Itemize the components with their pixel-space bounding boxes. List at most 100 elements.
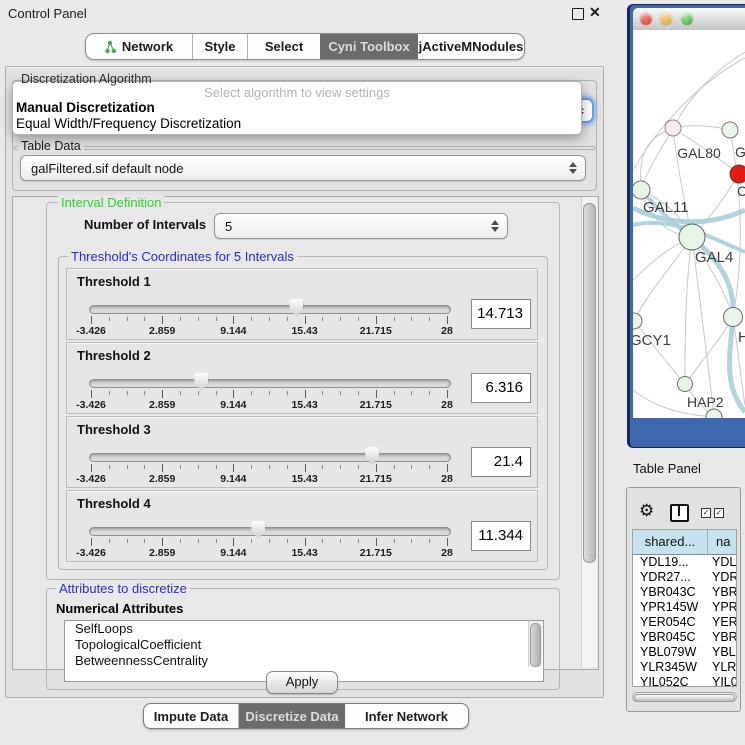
attributes-scrollbar-thumb[interactable] xyxy=(530,623,541,667)
slider-thumb[interactable] xyxy=(194,373,208,391)
node-gal80[interactable] xyxy=(665,120,681,136)
tab-jactivemnodules[interactable]: jActiveMNodules xyxy=(418,34,524,59)
tab-network[interactable]: Network xyxy=(86,34,193,59)
tab-impute-data[interactable]: Impute Data xyxy=(144,704,239,728)
label-gal11: GAL11 xyxy=(643,199,689,216)
float-window-icon[interactable] xyxy=(572,8,584,20)
zoom-traffic-light-icon[interactable] xyxy=(681,13,693,25)
panel-title: Control Panel xyxy=(8,6,87,21)
label-hap2: HAP2 xyxy=(687,394,724,410)
node-top-right[interactable] xyxy=(722,122,738,138)
numerical-attributes-label: Numerical Attributes xyxy=(56,601,183,616)
table-row[interactable]: YBR045CYBR0 xyxy=(633,630,736,645)
tab-infer-network[interactable]: Infer Network xyxy=(345,704,468,728)
table-row[interactable]: YER054CYER0 xyxy=(633,615,736,630)
table-horizontal-scrollbar-thumb[interactable] xyxy=(634,694,735,702)
attributes-section-label: Attributes to discretize xyxy=(56,581,190,596)
table-data-value: galFiltered.sif default node xyxy=(21,161,569,176)
slider-ticks xyxy=(91,316,447,325)
combo-arrows-icon xyxy=(491,220,499,232)
node-attribute-table: shared... na YDL19...YDL1YDR27...YDR2YBR… xyxy=(632,529,737,687)
threshold-value-field[interactable]: 21.4 xyxy=(471,447,531,477)
table-data-label: Table Data xyxy=(18,139,84,153)
vertical-scrollbar-thumb[interactable] xyxy=(583,203,596,563)
top-tabbar: Network Style Select Cyni Toolbox jActiv… xyxy=(85,33,525,60)
attribute-list-item[interactable]: BetweennessCentrality xyxy=(65,653,543,669)
threshold-label: Threshold 4 xyxy=(77,496,151,511)
node-hap2[interactable] xyxy=(678,377,693,392)
slider-track[interactable] xyxy=(89,527,451,536)
attribute-list-item[interactable]: SelfLoops xyxy=(65,621,543,637)
table-body: YDL19...YDL1YDR27...YDR2YBR043CYBR0YPR14… xyxy=(633,555,736,687)
table-row[interactable]: YLR345WYLR3 xyxy=(633,660,736,675)
combo-arrows-icon xyxy=(569,162,577,174)
table-row[interactable]: YBL079WYBL0 xyxy=(633,645,736,660)
threshold-label: Threshold 1 xyxy=(77,274,151,289)
tab-discretize-data[interactable]: Discretize Data xyxy=(239,704,345,728)
bottom-tabbar: Impute Data Discretize Data Infer Networ… xyxy=(143,703,469,729)
close-icon[interactable]: ✕ xyxy=(589,4,601,21)
threshold-value-field[interactable]: 14.713 xyxy=(471,299,531,329)
number-of-intervals-value: 5 xyxy=(215,219,491,234)
column-header-name[interactable]: na xyxy=(708,530,736,554)
slider-tick-labels: -3.4262.8599.14415.4321.71528 xyxy=(91,399,447,411)
tab-style[interactable]: Style xyxy=(193,34,248,59)
attribute-list-item[interactable]: TopologicalCoefficient xyxy=(65,637,543,653)
table-row[interactable]: YBR043CYBR0 xyxy=(633,585,736,600)
threshold-slider-panel: Threshold 3 -3.4262.8599.14415.4321.7152… xyxy=(66,416,538,488)
slider-track[interactable] xyxy=(89,305,451,314)
minimize-traffic-light-icon[interactable] xyxy=(660,13,672,25)
apply-button[interactable]: Apply xyxy=(266,671,338,694)
table-row[interactable]: YIL052CYIL0 xyxy=(633,675,736,687)
dropdown-option-equal-width[interactable]: Equal Width/Frequency Discretization xyxy=(13,116,581,132)
threshold-label: Threshold 3 xyxy=(77,422,151,437)
dropdown-option-manual[interactable]: Manual Discretization xyxy=(13,100,581,116)
node-bottom-partial[interactable] xyxy=(706,409,722,418)
column-header-shared[interactable]: shared... xyxy=(633,530,708,554)
thresholds-section-label: Threshold's Coordinates for 5 Intervals xyxy=(68,249,297,264)
slider-tick-labels: -3.4262.8599.14415.4321.71528 xyxy=(91,473,447,485)
label-gal80: GAL80 xyxy=(677,145,721,161)
slider-thumb[interactable] xyxy=(365,447,379,465)
label-gal4: GAL4 xyxy=(695,249,733,266)
node-gal11[interactable] xyxy=(633,181,650,199)
threshold-value-field[interactable]: 11.344 xyxy=(471,521,531,551)
slider-ticks xyxy=(91,464,447,473)
number-of-intervals-combobox[interactable]: 5 xyxy=(214,213,508,239)
checkbox-icon-2[interactable]: ✓ xyxy=(714,508,724,518)
close-traffic-light-icon[interactable] xyxy=(640,13,652,25)
table-row[interactable]: YPR145WYPR1 xyxy=(633,600,736,615)
network-canvas[interactable]: GAL80 GA C GAL11 GAL4 GCY1 H HAP2 xyxy=(633,30,745,418)
label-c-cut: C xyxy=(737,183,745,199)
node-red-selected[interactable] xyxy=(730,165,745,183)
tab-label: Network xyxy=(122,39,173,54)
gear-icon[interactable]: ⚙ xyxy=(639,501,654,521)
node-gal4[interactable] xyxy=(679,224,705,250)
threshold-label: Threshold 2 xyxy=(77,348,151,363)
table-row[interactable]: YDL19...YDL1 xyxy=(633,555,736,570)
tab-cyni-toolbox[interactable]: Cyni Toolbox xyxy=(320,34,418,59)
dropdown-placeholder-item: Select algorithm to view settings xyxy=(13,85,581,100)
slider-thumb[interactable] xyxy=(289,299,303,317)
checkbox-icon-1[interactable]: ✓ xyxy=(701,508,711,518)
number-of-intervals-label: Number of Intervals xyxy=(84,217,206,232)
slider-track[interactable] xyxy=(89,379,451,388)
label-ga-cut: GA xyxy=(735,144,745,160)
interval-definition-label: Interval Definition xyxy=(58,195,164,210)
slider-ticks xyxy=(91,390,447,399)
label-h-cut: H xyxy=(738,329,745,346)
slider-tick-labels: -3.4262.8599.14415.4321.71528 xyxy=(91,325,447,337)
table-data-combobox[interactable]: galFiltered.sif default node xyxy=(20,155,586,181)
tab-select[interactable]: Select xyxy=(248,34,320,59)
screen: Control Panel ✕ Network Style Select Cyn… xyxy=(0,0,745,745)
table-panel-title: Table Panel xyxy=(633,461,701,476)
network-graph: GAL80 GA C GAL11 GAL4 GCY1 H HAP2 xyxy=(633,30,745,418)
node-right-mid[interactable] xyxy=(724,308,743,327)
threshold-value-field[interactable]: 6.316 xyxy=(471,373,531,403)
slider-thumb[interactable] xyxy=(251,521,265,539)
slider-track[interactable] xyxy=(89,453,451,462)
table-row[interactable]: YDR27...YDR2 xyxy=(633,570,736,585)
node-gcy1[interactable] xyxy=(633,313,642,329)
discretization-algorithm-label: Discretization Algorithm xyxy=(18,72,155,86)
split-table-icon[interactable] xyxy=(670,504,689,522)
